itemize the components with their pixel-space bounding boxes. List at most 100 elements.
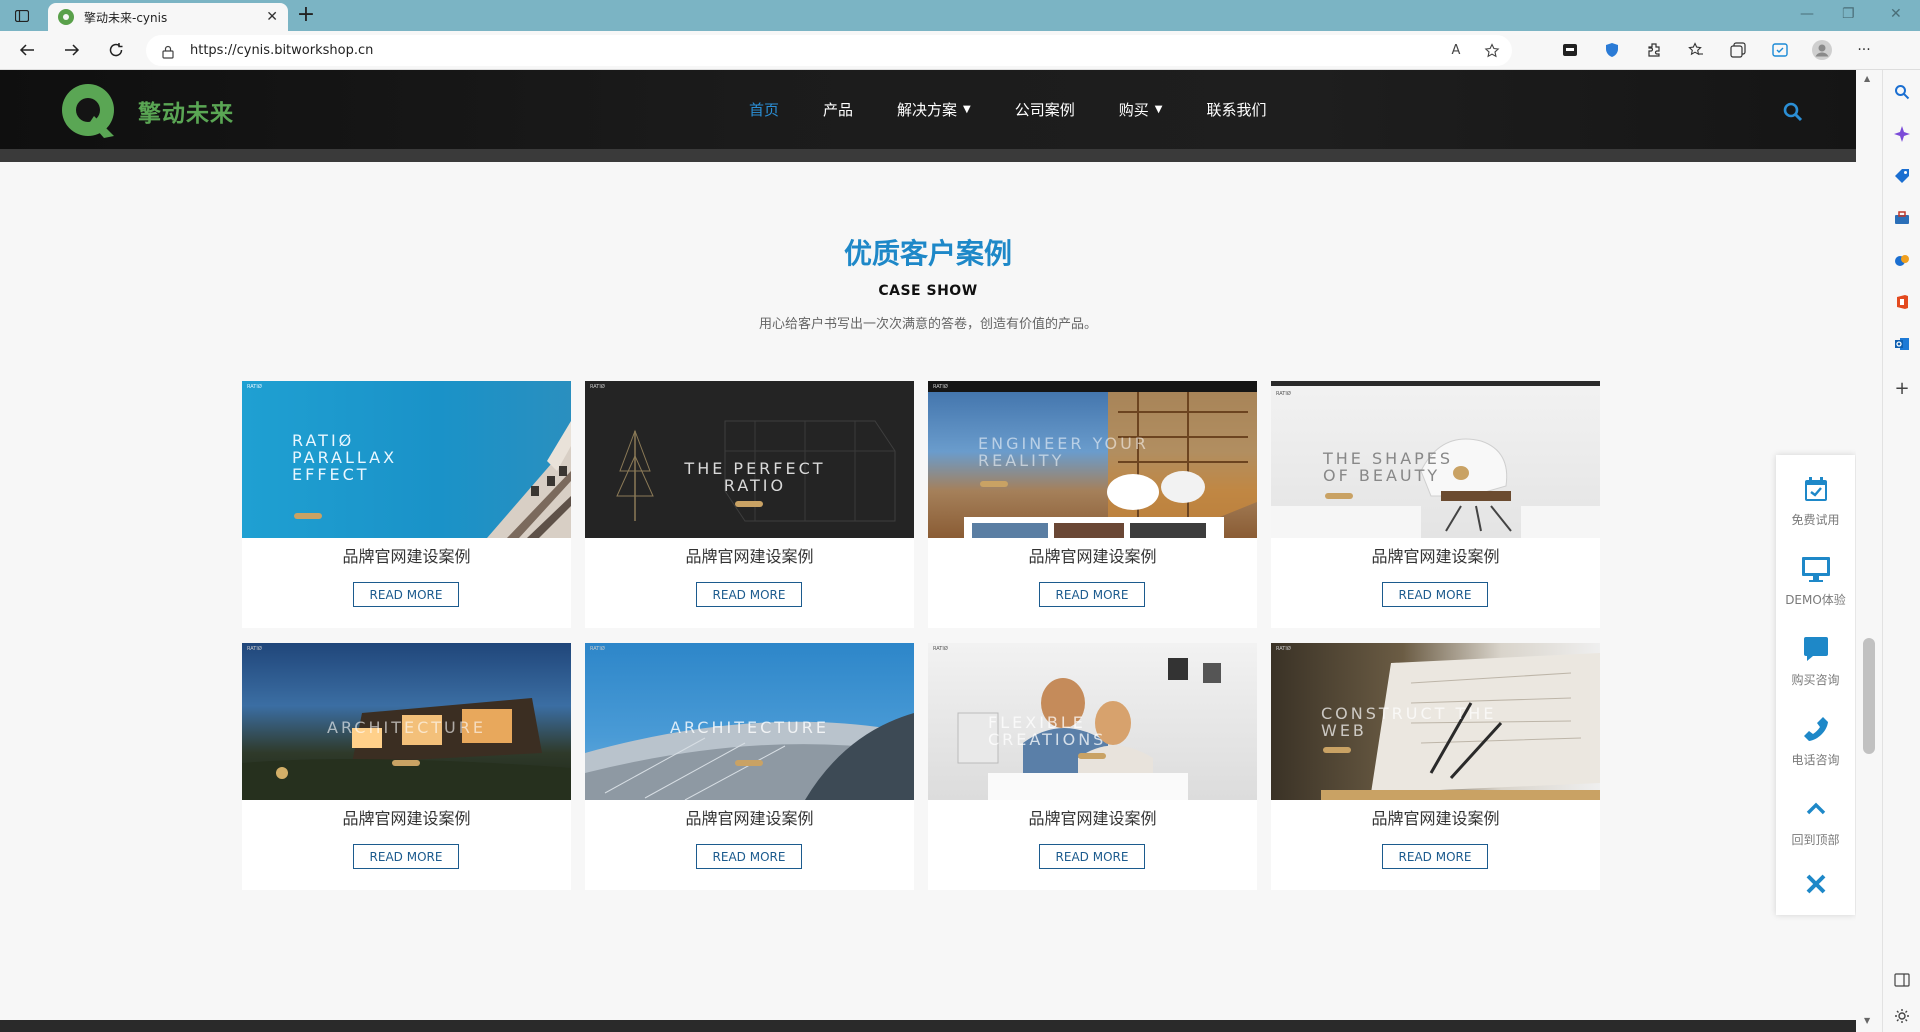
read-more-button[interactable]: READ MORE xyxy=(696,844,802,869)
url-field[interactable]: https://cynis.bitworkshop.cn A xyxy=(146,35,1512,66)
case-thumbnail[interactable]: RATIØ FLEXIBLE CREATIONS xyxy=(928,643,1257,800)
float-label: 购买咨询 xyxy=(1791,673,1840,687)
copilot-icon[interactable] xyxy=(1892,124,1912,144)
case-thumbnail[interactable]: RATIØ ARCHITECTURE xyxy=(242,643,571,800)
card-title[interactable]: 品牌官网建设案例 xyxy=(585,543,914,567)
scrollbar-thumb[interactable] xyxy=(1863,638,1875,754)
office-icon[interactable] xyxy=(1892,292,1912,312)
site-header: 擎动未来 首页 产品 解决方案 ▼ 公司案例 购买 ▼ 联系我们 xyxy=(0,70,1856,149)
read-aloud-icon[interactable]: A xyxy=(1446,41,1466,61)
back-to-top-button[interactable]: 回到顶部 xyxy=(1776,775,1855,847)
chevron-down-icon: ▼ xyxy=(1154,104,1163,115)
scroll-down-icon[interactable]: ▼ xyxy=(1864,1016,1870,1025)
thumbnail-hero-text: RATIØ PARALLAX EFFECT xyxy=(292,431,398,484)
scroll-up-icon[interactable]: ▲ xyxy=(1864,74,1870,83)
card-title[interactable]: 品牌官网建设案例 xyxy=(1271,805,1600,829)
read-more-button[interactable]: READ MORE xyxy=(696,582,802,607)
minimize-icon[interactable]: — xyxy=(1800,6,1814,22)
back-icon[interactable] xyxy=(16,39,38,61)
extensions-icon[interactable] xyxy=(1644,40,1664,60)
card-title[interactable]: 品牌官网建设案例 xyxy=(585,805,914,829)
tools-icon[interactable] xyxy=(1892,208,1912,228)
floating-service-panel: 免费试用 DEMO体验 购买咨询 电话咨询 回到顶部 xyxy=(1776,455,1855,915)
thumbnail-hero-text: THE SHAPES OF BEAUTY xyxy=(1323,449,1454,485)
demo-button[interactable]: DEMO体验 xyxy=(1776,535,1855,607)
shopping-tag-icon[interactable] xyxy=(1892,166,1912,186)
settings-icon[interactable] xyxy=(1892,1006,1912,1026)
restore-icon[interactable]: ❐ xyxy=(1842,6,1855,22)
case-card[interactable]: RATIØ THE SHAPES OF BEAUTY 品牌官网建设案例 READ… xyxy=(1271,381,1600,628)
read-more-button[interactable]: READ MORE xyxy=(1039,582,1145,607)
games-icon[interactable] xyxy=(1892,250,1912,270)
profile-icon[interactable] xyxy=(1812,40,1832,60)
nav-item-home[interactable]: 首页 xyxy=(749,99,779,120)
nav-item-contact[interactable]: 联系我们 xyxy=(1206,99,1266,120)
tab-collections-icon[interactable] xyxy=(1728,40,1748,60)
read-more-button[interactable]: READ MORE xyxy=(1382,582,1488,607)
case-thumbnail[interactable]: RATIØ CONSTRUCT THE WEB xyxy=(1271,643,1600,800)
favorites-icon[interactable] xyxy=(1686,40,1706,60)
forward-icon[interactable] xyxy=(61,39,83,61)
case-card[interactable]: RATIØ THE PERFECT RATIO 品牌官网建设案例 READ MO… xyxy=(585,381,914,628)
read-more-button[interactable]: READ MORE xyxy=(353,844,459,869)
purchase-consult-button[interactable]: 购买咨询 xyxy=(1776,615,1855,687)
card-title[interactable]: 品牌官网建设案例 xyxy=(1271,543,1600,567)
close-window-icon[interactable]: ✕ xyxy=(1890,6,1902,22)
card-title[interactable]: 品牌官网建设案例 xyxy=(928,543,1257,567)
tab-actions-icon[interactable] xyxy=(12,6,32,26)
case-card[interactable]: RATIØ ARCHITECTURE 品牌官网建设案例 READ MORE xyxy=(585,643,914,890)
case-card[interactable]: RATIØ ENGINEER YOUR REALITY 品牌官网建设案例 REA… xyxy=(928,381,1257,628)
thumbnail-cta xyxy=(294,513,322,519)
add-sidebar-app-icon[interactable]: + xyxy=(1892,378,1912,399)
browser-essentials-icon[interactable] xyxy=(1770,40,1790,60)
tab-close-icon[interactable]: ✕ xyxy=(266,9,278,25)
calendar-check-icon xyxy=(1800,473,1832,505)
case-thumbnail[interactable]: RATIØ THE SHAPES OF BEAUTY xyxy=(1271,381,1600,538)
browser-address-bar: https://cynis.bitworkshop.cn A ··· xyxy=(0,31,1920,70)
nav-item-solutions[interactable]: 解决方案 ▼ xyxy=(897,99,971,120)
sidebar-layout-icon[interactable] xyxy=(1892,970,1912,990)
new-tab-icon[interactable]: + xyxy=(294,4,318,26)
thumbnail-hero-text: CONSTRUCT THE WEB xyxy=(1321,704,1497,740)
case-card[interactable]: RATIØ CONSTRUCT THE WEB 品牌官网建设案例 READ MO… xyxy=(1271,643,1600,890)
nav-item-buy[interactable]: 购买 ▼ xyxy=(1119,99,1163,120)
case-thumbnail[interactable]: RATIØ ENGINEER YOUR REALITY xyxy=(928,381,1257,538)
read-more-button[interactable]: READ MORE xyxy=(353,582,459,607)
search-icon[interactable] xyxy=(1892,82,1912,102)
more-icon[interactable]: ··· xyxy=(1854,40,1874,60)
collections-icon[interactable] xyxy=(1560,40,1580,60)
float-label: DEMO体验 xyxy=(1785,593,1846,607)
browser-sidebar: + xyxy=(1882,70,1920,1032)
case-thumbnail[interactable]: RATIØ THE PERFECT RATIO xyxy=(585,381,914,538)
close-panel-button[interactable] xyxy=(1776,850,1855,920)
read-more-button[interactable]: READ MORE xyxy=(1039,844,1145,869)
read-more-button[interactable]: READ MORE xyxy=(1382,844,1488,869)
extension-shield-icon[interactable] xyxy=(1602,40,1622,60)
phone-consult-button[interactable]: 电话咨询 xyxy=(1776,695,1855,767)
case-thumbnail[interactable]: RATIØ RATIØ PARALLAX EFFECT xyxy=(242,381,571,538)
search-icon[interactable] xyxy=(1783,102,1803,122)
add-favorite-icon[interactable] xyxy=(1482,41,1502,61)
logo-q-icon xyxy=(60,82,118,140)
site-logo[interactable]: 擎动未来 xyxy=(60,82,234,140)
chat-bubble-icon xyxy=(1800,633,1832,665)
lock-icon[interactable] xyxy=(162,44,176,59)
case-thumbnail[interactable]: RATIØ ARCHITECTURE xyxy=(585,643,914,800)
page-scrollbar[interactable]: ▲ ▼ xyxy=(1856,70,1882,1032)
card-title[interactable]: 品牌官网建设案例 xyxy=(242,543,571,567)
refresh-icon[interactable] xyxy=(105,39,127,61)
browser-tab-active[interactable]: 擎动未来-cynis ✕ xyxy=(48,3,288,31)
chevron-down-icon: ▼ xyxy=(963,104,971,115)
free-trial-button[interactable]: 免费试用 xyxy=(1776,455,1855,527)
outlook-icon[interactable] xyxy=(1892,334,1912,354)
card-title[interactable]: 品牌官网建设案例 xyxy=(242,805,571,829)
nav-item-products[interactable]: 产品 xyxy=(823,99,853,120)
nav-item-cases[interactable]: 公司案例 xyxy=(1015,99,1075,120)
nav-label: 产品 xyxy=(823,101,854,119)
thumbnail-hero-text: FLEXIBLE CREATIONS xyxy=(988,713,1107,749)
card-title[interactable]: 品牌官网建设案例 xyxy=(928,805,1257,829)
case-card[interactable]: RATIØ RATIØ PARALLAX EFFECT 品牌官网建设案例 REA… xyxy=(242,381,571,628)
close-icon xyxy=(1800,868,1832,900)
case-card[interactable]: RATIØ ARCHITECTURE 品牌官网建设案例 READ MORE xyxy=(242,643,571,890)
case-card[interactable]: RATIØ FLEXIBLE CREATIONS 品牌官网建设案例 READ M… xyxy=(928,643,1257,890)
